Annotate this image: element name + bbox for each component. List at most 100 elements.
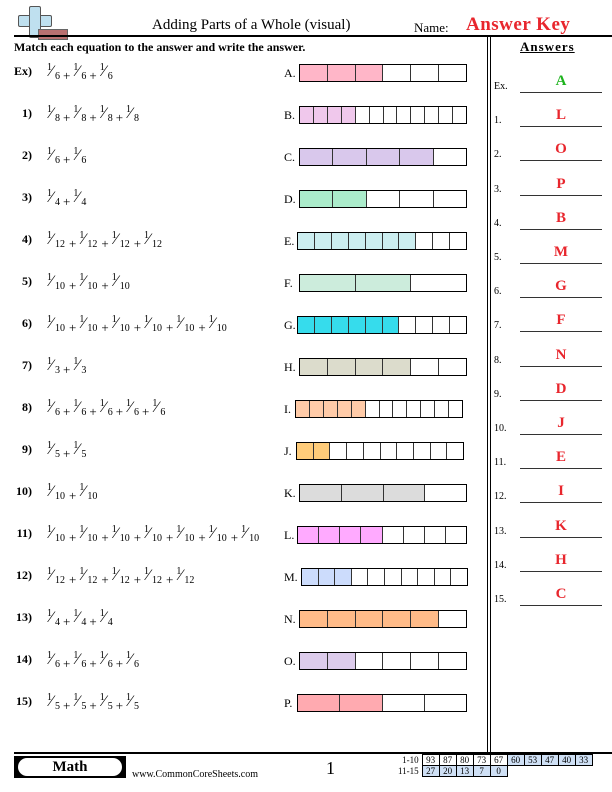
- denominator: 3: [55, 365, 60, 376]
- answer-value[interactable]: L: [520, 107, 602, 124]
- fraction-slash: ⁄: [76, 441, 80, 458]
- fraction-cell-empty: [421, 401, 436, 417]
- denominator: 6: [107, 407, 113, 418]
- denominator: 10: [216, 323, 227, 334]
- unit-fraction: 1 ⁄ 10: [47, 272, 67, 294]
- unit-fraction: 1 ⁄ 8: [47, 104, 61, 126]
- answer-value[interactable]: P: [520, 176, 602, 193]
- fraction-cell-empty: [435, 401, 450, 417]
- fraction-cell-empty: [400, 191, 434, 207]
- plus-sign: +: [101, 320, 109, 335]
- unit-fraction: 1 ⁄ 6: [47, 650, 61, 672]
- fraction-slash: ⁄: [50, 483, 53, 500]
- problem-number: Ex): [14, 64, 32, 78]
- option-label: M.: [284, 570, 298, 584]
- unit-fraction: 1 ⁄ 10: [209, 524, 229, 546]
- answer-value[interactable]: G: [520, 278, 602, 295]
- score-cell: 67: [489, 754, 508, 766]
- fraction-cell-filled: [300, 359, 328, 375]
- fraction-cell-filled: [341, 485, 384, 501]
- score-table: 1-10 93 87 80 73 67 60 53 47 40 33 11-15 27 20 13 7 0: [396, 754, 593, 777]
- equation: 1 ⁄ 10 +1 ⁄ 10 +1 ⁄ 10 +1 ⁄ 10 +1 ⁄ 10 +1 ⁄ 10: [47, 314, 229, 336]
- answer-value[interactable]: A: [520, 73, 602, 90]
- unit-fraction: 1 ⁄ 12: [144, 230, 164, 252]
- fraction-slash: ⁄: [129, 693, 132, 710]
- answer-value[interactable]: J: [520, 415, 602, 432]
- fraction-cell-empty: [433, 233, 451, 249]
- plus-sign: +: [198, 320, 206, 335]
- answer-value[interactable]: M: [520, 244, 602, 261]
- denominator: 4: [81, 617, 87, 628]
- answer-value[interactable]: D: [520, 381, 602, 398]
- fraction-cell-empty: [431, 443, 448, 459]
- answer-number: 14.: [494, 559, 507, 571]
- problem-number: 13): [16, 610, 32, 624]
- fraction-cell-filled: [298, 317, 315, 333]
- fraction-slash: ⁄: [50, 651, 53, 668]
- fraction-cell-empty: [439, 653, 466, 669]
- problem-row: 14) 1 ⁄ 6 +1 ⁄ 6 +1 ⁄ 6 +1 ⁄ 6 O.: [0, 650, 480, 680]
- fraction-slash: ⁄: [82, 483, 86, 500]
- column-divider: [490, 36, 491, 752]
- fraction-cell-filled: [348, 233, 366, 249]
- unit-fraction: 1 ⁄ 12: [47, 230, 67, 252]
- plus-sign: +: [166, 572, 174, 587]
- fraction-slash: ⁄: [50, 693, 53, 710]
- answer-row: 4. B: [494, 204, 612, 234]
- option-label: K.: [284, 486, 296, 500]
- denominator: 6: [134, 407, 140, 418]
- plus-sign: +: [198, 530, 206, 545]
- unit-fraction: 1 ⁄ 12: [112, 566, 132, 588]
- denominator: 8: [55, 113, 60, 124]
- fraction-bar: [296, 442, 464, 460]
- fraction-cell-empty: [411, 275, 466, 291]
- denominator: 8: [134, 113, 140, 124]
- answer-value[interactable]: N: [520, 347, 602, 364]
- answer-value[interactable]: O: [520, 141, 602, 158]
- unit-fraction: 1 ⁄ 6: [100, 398, 114, 420]
- fraction-bar: [299, 190, 467, 208]
- unit-fraction: 1 ⁄ 5: [47, 692, 61, 714]
- unit-fraction: 1 ⁄ 8: [100, 104, 114, 126]
- fraction-cell-filled: [411, 611, 440, 627]
- answer-line: [520, 399, 602, 401]
- equation: 1 ⁄ 6 +1 ⁄ 6: [47, 146, 87, 168]
- answer-number: 6.: [494, 286, 502, 298]
- answer-number: 2.: [494, 149, 502, 161]
- fraction-slash: ⁄: [211, 315, 215, 332]
- answer-value[interactable]: H: [520, 552, 602, 569]
- answer-value[interactable]: B: [520, 210, 602, 227]
- answer-value[interactable]: E: [520, 449, 602, 466]
- plus-sign: +: [69, 278, 77, 293]
- fraction-cell-filled: [314, 317, 332, 333]
- answer-number: 9.: [494, 388, 502, 400]
- option-label: D.: [284, 192, 296, 206]
- plus-sign: +: [69, 572, 77, 587]
- fraction-slash: ⁄: [76, 105, 80, 122]
- unit-fraction: 1 ⁄ 4: [73, 608, 87, 630]
- problem-row: 4) 1 ⁄ 12 +1 ⁄ 12 +1 ⁄ 12 +1 ⁄ 12 E.: [0, 230, 480, 260]
- unit-fraction: 1 ⁄ 6: [47, 398, 61, 420]
- unit-fraction: 1 ⁄ 8: [73, 104, 87, 126]
- problem-row: 3) 1 ⁄ 4 +1 ⁄ 4 D.: [0, 188, 480, 218]
- answer-value[interactable]: K: [520, 518, 602, 535]
- answer-number: 13.: [494, 525, 507, 537]
- denominator: 12: [55, 239, 65, 250]
- fraction-cell-empty: [425, 527, 446, 543]
- fraction-bar: [301, 568, 468, 586]
- option-label: A.: [284, 66, 296, 80]
- answer-value[interactable]: C: [520, 586, 602, 603]
- answer-value[interactable]: F: [520, 312, 602, 329]
- fraction-cell-empty: [433, 317, 451, 333]
- fraction-cell-filled: [383, 611, 412, 627]
- fraction-cell-empty: [425, 107, 440, 123]
- fraction-cell-filled: [355, 275, 412, 291]
- answer-value[interactable]: I: [520, 483, 602, 500]
- denominator: 12: [119, 575, 130, 586]
- fraction-cell-empty: [425, 485, 466, 501]
- fraction-slash: ⁄: [147, 315, 150, 332]
- plus-sign: +: [133, 572, 142, 587]
- answer-row: Ex. A: [494, 67, 612, 97]
- option-label: O.: [284, 654, 296, 668]
- fraction-bar: [299, 64, 467, 82]
